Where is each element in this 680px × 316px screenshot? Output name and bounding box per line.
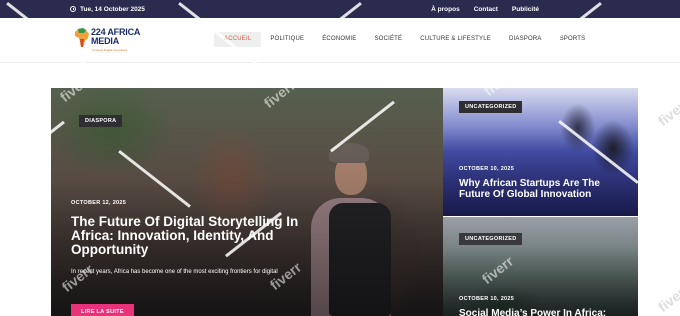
nav-item-sports[interactable]: SPORTS <box>551 32 595 47</box>
main-nav: ACCUEIL POLITIQUE ÉCONOMIE SOCIÉTÉ CULTU… <box>214 32 594 47</box>
nav-item-politique[interactable]: POLITIQUE <box>261 32 313 47</box>
top-link-advertising[interactable]: Publicité <box>512 6 539 13</box>
nav-item-diaspora[interactable]: DIASPORA <box>500 32 551 47</box>
side-post-card[interactable]: UNCATEGORIZED OCTOBER 10, 2025 Social Me… <box>443 217 638 316</box>
date-display: Tue, 14 October 2025 <box>70 0 145 18</box>
logo-tagline: Connect Digital Innovators <box>92 48 128 52</box>
post-title[interactable]: Social Media’s Power In Africa: <box>459 308 629 316</box>
fiverr-watermark: fiverr <box>654 94 680 130</box>
top-link-contact[interactable]: Contact <box>474 6 498 13</box>
nav-item-accueil[interactable]: ACCUEIL <box>214 32 262 47</box>
featured-post[interactable]: DIASPORA OCTOBER 12, 2025 The Future Of … <box>51 88 443 316</box>
post-title[interactable]: Why African Startups Are The Future Of G… <box>459 178 629 200</box>
post-excerpt: In recent years, Africa has become one o… <box>71 269 278 275</box>
top-bar: Tue, 14 October 2025 À propos Contact Pu… <box>0 0 680 18</box>
logo-wordmark: 224 AFRICA MEDIA <box>91 27 141 46</box>
top-links: À propos Contact Publicité <box>431 0 539 18</box>
post-date: OCTOBER 12, 2025 <box>71 200 127 206</box>
post-title[interactable]: The Future Of Digital Storytelling In Af… <box>71 215 311 257</box>
nav-item-societe[interactable]: SOCIÉTÉ <box>366 32 412 47</box>
category-badge[interactable]: DIASPORA <box>79 115 123 127</box>
post-date: OCTOBER 10, 2025 <box>459 296 515 302</box>
nav-item-economie[interactable]: ÉCONOMIE <box>313 32 365 47</box>
category-badge[interactable]: UNCATEGORIZED <box>459 101 523 113</box>
read-more-button[interactable]: LIRE LA SUITE <box>71 304 134 316</box>
post-date: OCTOBER 10, 2025 <box>459 166 515 172</box>
africa-map-icon <box>75 28 89 47</box>
date-text: Tue, 14 October 2025 <box>80 5 145 13</box>
side-post-card[interactable]: UNCATEGORIZED OCTOBER 10, 2025 Why Afric… <box>443 88 638 216</box>
top-link-about[interactable]: À propos <box>431 6 460 13</box>
watermark-stroke <box>0 263 50 303</box>
site-header: 224 AFRICA MEDIA Connect Digital Innovat… <box>0 18 680 63</box>
site-logo[interactable]: 224 AFRICA MEDIA Connect Digital Innovat… <box>74 27 154 53</box>
category-badge[interactable]: UNCATEGORIZED <box>459 233 523 245</box>
fiverr-watermark: fiverr <box>654 280 680 316</box>
nav-item-culture-lifestyle[interactable]: CULTURE & LIFESTYLE <box>411 32 500 47</box>
clock-icon <box>70 6 76 12</box>
